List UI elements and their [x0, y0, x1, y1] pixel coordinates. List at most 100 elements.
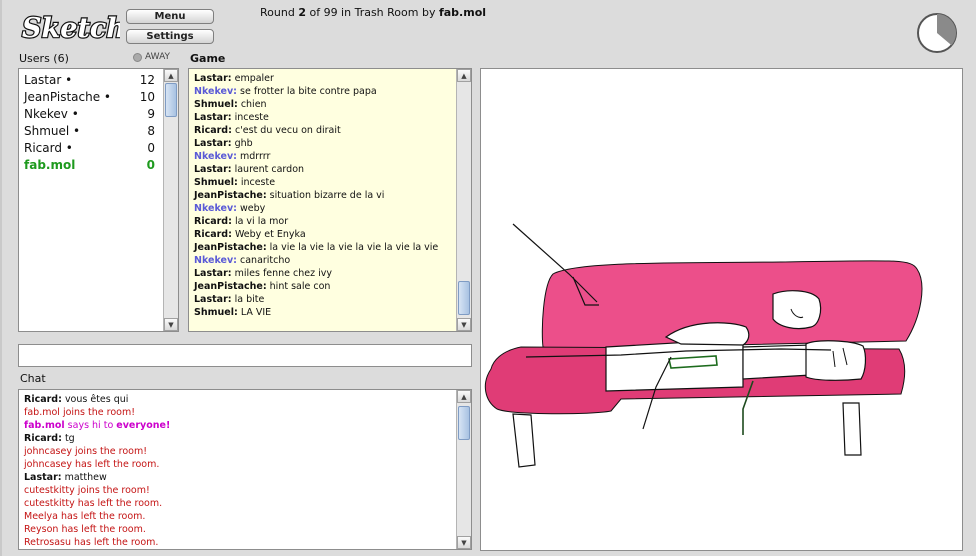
drawing-canvas[interactable] [480, 68, 963, 551]
user-name: Shmuel • [24, 124, 81, 138]
msg-user: Ricard: [194, 125, 232, 136]
scroll-up-arrow-icon[interactable]: ▲ [457, 390, 471, 403]
chat-hi-message: fab.mol says hi to everyone! [24, 419, 454, 432]
msg-user: Lastar: [24, 472, 62, 483]
game-message: Ricard: la vi la mor [194, 215, 454, 228]
game-message: Lastar: ghb [194, 137, 454, 150]
msg-text: situation bizarre de la vi [269, 190, 385, 201]
away-toggle[interactable]: AWAY [133, 52, 170, 62]
game-message: Lastar: la bite [194, 293, 454, 306]
svg-text:Sketch: Sketch [22, 13, 120, 44]
msg-user: Lastar: [194, 268, 232, 279]
round-info: Round 2 of 99 in Trash Room by fab.mol [260, 6, 486, 19]
chat-message: Lastar: matthew [24, 471, 454, 484]
game-message: Nkekev: se frotter la bite contre papa [194, 85, 454, 98]
msg-user: Lastar: [194, 164, 232, 175]
msg-user: JeanPistache: [194, 190, 267, 201]
msg-user: Ricard: [24, 394, 62, 405]
user-name: fab.mol [24, 158, 76, 172]
msg-user: Nkekev: [194, 203, 237, 214]
message-input[interactable] [18, 344, 472, 367]
msg-user: Nkekev: [194, 86, 237, 97]
scroll-thumb[interactable] [458, 406, 470, 440]
game-message: Nkekev: mdrrrr [194, 150, 454, 163]
msg-user: Nkekev: [194, 255, 237, 266]
msg-text: la vie la vie la vie la vie la vie la vi… [269, 242, 439, 253]
chat-message: Ricard: tg [24, 432, 454, 445]
chat-system-message: Meelya has left the room. [24, 511, 146, 522]
away-label: AWAY [145, 52, 171, 62]
user-score: 0 [146, 158, 155, 172]
hi-target: everyone! [116, 420, 171, 431]
user-score: 8 [147, 124, 155, 138]
user-row[interactable]: JeanPistache • 10 [19, 88, 178, 105]
users-scrollbar[interactable]: ▲ ▼ [163, 69, 178, 331]
scroll-thumb[interactable] [165, 83, 177, 117]
hi-text: says hi to [67, 420, 114, 431]
round-prefix: Round [260, 6, 295, 19]
msg-user: JeanPistache: [194, 281, 267, 292]
msg-text: c'est du vecu on dirait [234, 125, 341, 136]
scroll-up-arrow-icon[interactable]: ▲ [457, 69, 471, 82]
sketch-logo: Sketch [21, 12, 120, 45]
game-message: Lastar: miles fenne chez ivy [194, 267, 454, 280]
msg-user: Lastar: [194, 73, 232, 84]
game-scrollbar[interactable]: ▲ ▼ [456, 69, 471, 331]
chat-message: Ricard: vous êtes qui [24, 393, 454, 406]
chat-log: Ricard: vous êtes qui fab.mol joins the … [18, 389, 472, 550]
scroll-up-arrow-icon[interactable]: ▲ [164, 69, 178, 82]
sketch-app: Sketch Menu Settings Round 2 of 99 in Tr… [0, 0, 976, 556]
game-message: Ricard: c'est du vecu on dirait [194, 124, 454, 137]
user-name: Lastar • [24, 73, 73, 87]
user-row[interactable]: Shmuel • 8 [19, 122, 178, 139]
game-message: Shmuel: chien [194, 98, 454, 111]
msg-user: Lastar: [194, 112, 232, 123]
scroll-down-arrow-icon[interactable]: ▼ [457, 536, 471, 549]
msg-text: ghb [234, 138, 253, 149]
settings-button[interactable]: Settings [126, 29, 214, 44]
chat-system-message: johncasey has left the room. [24, 459, 160, 470]
away-dot-icon [133, 52, 142, 62]
msg-user: Shmuel: [194, 99, 238, 110]
game-message: Lastar: laurent cardon [194, 163, 454, 176]
menu-button[interactable]: Menu [126, 9, 214, 24]
scroll-down-arrow-icon[interactable]: ▼ [164, 318, 178, 331]
msg-text: LA VIE [240, 307, 272, 318]
user-score: 9 [147, 107, 155, 121]
game-message: Lastar: empaler [194, 72, 454, 85]
game-message: JeanPistache: la vie la vie la vie la vi… [194, 241, 454, 254]
msg-text: inceste [234, 112, 269, 123]
msg-text: miles fenne chez ivy [234, 268, 333, 279]
user-row-self[interactable]: fab.mol 0 [19, 156, 178, 173]
chat-header: Chat [20, 372, 46, 385]
msg-user: JeanPistache: [194, 242, 267, 253]
scroll-down-arrow-icon[interactable]: ▼ [457, 318, 471, 331]
msg-user: Shmuel: [194, 307, 238, 318]
game-message: Lastar: inceste [194, 111, 454, 124]
chat-system-message: cutestkitty has left the room. [24, 498, 163, 509]
msg-text: weby [240, 203, 266, 214]
msg-user: Ricard: [24, 433, 62, 444]
user-row[interactable]: Lastar • 12 [19, 71, 178, 88]
msg-text: canaritcho [240, 255, 291, 266]
chat-system-message: Reyson has left the room. [24, 524, 146, 535]
chat-scrollbar[interactable]: ▲ ▼ [456, 390, 471, 549]
scroll-thumb[interactable] [458, 281, 470, 315]
game-message: Nkekev: weby [194, 202, 454, 215]
msg-user: Nkekev: [194, 151, 237, 162]
user-row[interactable]: Ricard • 0 [19, 139, 178, 156]
msg-text: mdrrrr [240, 151, 271, 162]
msg-user: Lastar: [194, 294, 232, 305]
game-message: Ricard: Weby et Enyka [194, 228, 454, 241]
msg-text: laurent cardon [234, 164, 305, 175]
pie-timer-icon [917, 13, 957, 53]
users-list: Lastar • 12 JeanPistache • 10 Nkekev • 9 Sh… [18, 68, 179, 332]
msg-user: Lastar: [194, 138, 232, 149]
user-row[interactable]: Nkekev • 9 [19, 105, 178, 122]
round-artist: fab.mol [438, 6, 487, 19]
msg-text: la bite [234, 294, 265, 305]
user-name: Ricard • [24, 141, 73, 155]
msg-text: chien [240, 99, 267, 110]
game-message: Nkekev: canaritcho [194, 254, 454, 267]
sketch-drawing [484, 223, 923, 468]
